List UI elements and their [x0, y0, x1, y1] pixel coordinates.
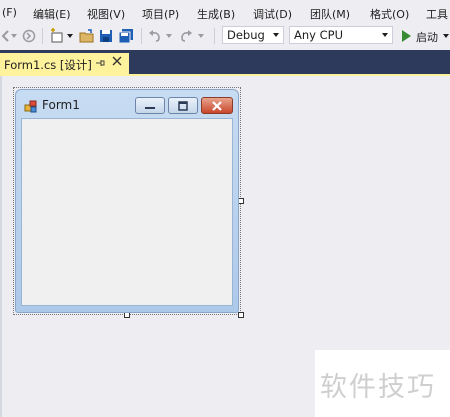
solution-configuration-value: Debug — [227, 28, 265, 42]
undo-dropdown-icon[interactable] — [165, 27, 173, 45]
chevron-down-icon — [382, 33, 388, 37]
forward-icon[interactable] — [21, 27, 37, 45]
watermark-text: 软件技巧 — [320, 372, 436, 403]
minimize-button[interactable] — [135, 97, 165, 114]
solution-platform-value: Any CPU — [294, 28, 343, 42]
save-all-icon[interactable] — [117, 27, 135, 45]
menu-tools[interactable]: 工具 — [426, 6, 448, 22]
menu-view[interactable]: 视图(V) — [87, 6, 125, 22]
toolbar-separator — [141, 28, 142, 44]
close-button[interactable] — [201, 97, 233, 114]
standard-toolbar: Debug Any CPU 启动 — [0, 25, 450, 47]
tab-form1-design[interactable]: Form1.cs [设计] — [0, 53, 129, 74]
maximize-button[interactable] — [168, 97, 198, 114]
new-dropdown-icon[interactable] — [66, 27, 74, 45]
new-project-icon[interactable] — [48, 27, 66, 45]
start-play-icon[interactable] — [399, 27, 413, 45]
save-icon[interactable] — [98, 27, 114, 45]
solution-configuration-dropdown[interactable]: Debug — [222, 26, 284, 44]
chevron-down-icon — [273, 33, 279, 37]
resize-handle-bottom-right[interactable] — [238, 312, 244, 318]
toolbar-separator — [214, 28, 215, 44]
menu-edit[interactable]: 编辑(E) — [33, 6, 71, 22]
menu-file[interactable]: (F) — [2, 6, 17, 19]
start-dropdown-icon[interactable] — [442, 27, 450, 45]
redo-icon[interactable] — [178, 27, 194, 45]
menu-format[interactable]: 格式(O) — [370, 6, 409, 22]
toolbar-separator — [42, 28, 43, 44]
undo-icon[interactable] — [147, 27, 163, 45]
back-dropdown-icon[interactable] — [10, 27, 18, 45]
form1-window[interactable]: Form1 — [15, 89, 239, 313]
document-tab-strip: Form1.cs [设计] — [0, 50, 450, 74]
start-button-label[interactable]: 启动 — [416, 29, 438, 45]
menu-build[interactable]: 生成(B) — [197, 6, 235, 22]
form-client-area[interactable] — [21, 118, 233, 306]
redo-dropdown-icon[interactable] — [197, 27, 205, 45]
menu-project[interactable]: 项目(P) — [142, 6, 179, 22]
pin-icon[interactable] — [95, 58, 105, 71]
form-app-icon — [24, 99, 38, 116]
open-file-icon[interactable] — [78, 27, 96, 45]
close-tab-icon[interactable] — [112, 55, 122, 70]
menu-team[interactable]: 团队(M) — [310, 6, 350, 22]
form-title: Form1 — [42, 98, 80, 112]
back-icon[interactable] — [0, 27, 10, 45]
menu-bar: (F) 编辑(E) 视图(V) 项目(P) 生成(B) 调试(D) 团队(M) … — [0, 0, 450, 25]
tab-label: Form1.cs [设计] — [4, 58, 92, 72]
solution-platform-dropdown[interactable]: Any CPU — [289, 26, 393, 44]
menu-debug[interactable]: 调试(D) — [253, 6, 292, 22]
